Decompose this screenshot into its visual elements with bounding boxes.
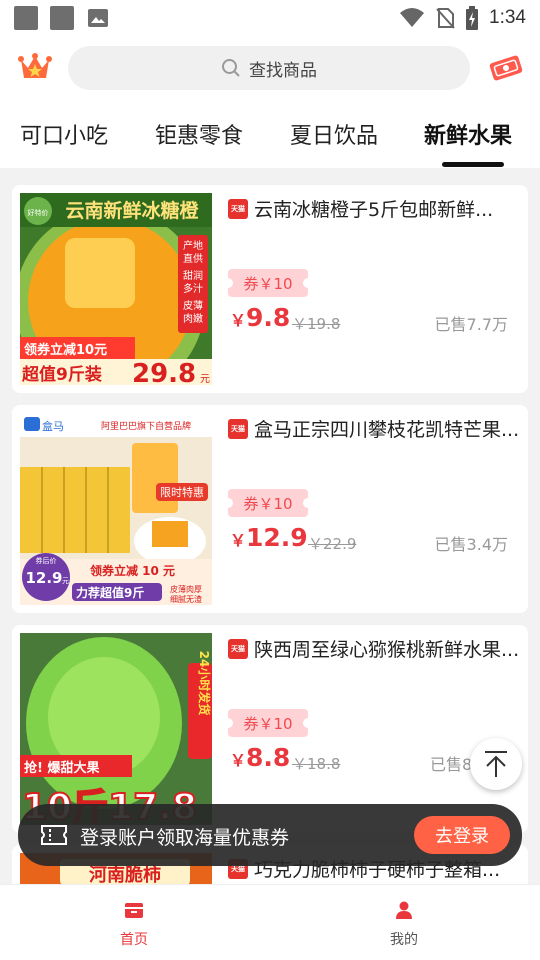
price-value: 8.8	[246, 743, 291, 772]
tab-snacks[interactable]: 可口小吃	[20, 118, 108, 150]
image-side-text: 肉嫩	[183, 312, 203, 325]
search-placeholder: 查找商品	[249, 60, 317, 81]
coupon-badge[interactable]: 券￥10	[223, 709, 313, 737]
clock: 1:34	[489, 7, 526, 28]
circle-label: 券后价	[36, 556, 57, 565]
notification-icon	[14, 6, 38, 30]
coupon-badge[interactable]: 券￥10	[223, 269, 313, 297]
tab-drinks[interactable]: 夏日饮品	[290, 118, 378, 150]
original-price: ￥19.8	[292, 315, 341, 333]
product-image[interactable]: 盒马 阿里巴巴旗下自营品牌 限时特惠 券后价 12.9 元 领券立减 10 元 …	[20, 413, 212, 605]
sold-count: 已售8	[430, 755, 472, 774]
search-icon	[222, 59, 240, 77]
image-price-unit: 元	[200, 374, 210, 385]
login-prompt-bar: 登录账户领取海量优惠券 去登录	[18, 804, 522, 866]
image-side-text: 甜润	[183, 269, 203, 282]
user-icon	[396, 901, 412, 919]
currency-symbol: ￥	[230, 751, 247, 770]
product-price: ￥8.8	[230, 743, 290, 772]
product-title: 云南冰糖橙子5斤包邮新鲜...	[254, 199, 494, 221]
image-side-text: 皮薄	[183, 299, 203, 312]
image-promo-line: 领券立减10元	[24, 342, 107, 358]
back-to-top-button[interactable]	[470, 738, 522, 790]
image-promo-line: 超值9斤装	[22, 364, 102, 385]
image-big-price: 29.8	[132, 359, 196, 385]
nav-mine-label: 我的	[390, 932, 418, 948]
product-title: 盒马正宗四川攀枝花凯特芒果...	[254, 419, 520, 441]
product-image[interactable]: 24小时发货 抢! 爆甜大果 10斤17.8	[20, 633, 212, 825]
login-button[interactable]: 去登录	[414, 816, 510, 854]
product-card[interactable]: 盒马 阿里巴巴旗下自营品牌 限时特惠 券后价 12.9 元 领券立减 10 元 …	[12, 405, 528, 613]
image-side-text: 多汁	[183, 282, 203, 295]
image-promo-line: 领券立减 10 元	[90, 563, 175, 578]
product-price: ￥9.8	[230, 303, 290, 332]
product-card[interactable]: 24小时发货 抢! 爆甜大果 10斤17.8 天猫 陕西周至绿心猕猴桃新鲜水果.…	[12, 625, 528, 833]
brand-label: 盒马	[42, 419, 64, 433]
image-note: 细腻无渣	[170, 594, 202, 604]
notification-icon	[50, 6, 74, 30]
image-stamp: 限时特惠	[160, 485, 204, 499]
image-side-text: 直供	[183, 252, 203, 265]
header: 查找商品	[0, 36, 540, 100]
tmall-badge: 天猫	[228, 419, 248, 439]
red-packet-icon[interactable]	[488, 54, 524, 82]
status-bar: 1:34	[0, 0, 540, 36]
image-promo-line: 力荐超值9斤	[76, 585, 144, 600]
coupon-badge[interactable]: 券￥10	[223, 489, 313, 517]
original-price: ￥22.9	[308, 535, 357, 553]
product-image[interactable]: 好特价 云南新鲜冰糖橙 产地 直供 甜润 多汁 皮薄 肉嫩 领券立减10元 超值…	[20, 193, 212, 385]
sold-count: 已售3.4万	[434, 535, 508, 554]
nav-home-label: 首页	[120, 932, 148, 948]
battery-icon	[466, 6, 479, 30]
login-prompt-text: 登录账户领取海量优惠券	[80, 827, 290, 849]
circle-unit: 元	[62, 577, 69, 585]
nav-mine[interactable]: 我的	[364, 901, 444, 949]
currency-symbol: ￥	[230, 311, 247, 330]
price-value: 9.8	[246, 303, 291, 332]
tab-fresh-fruit[interactable]: 新鲜水果	[424, 118, 512, 150]
crown-icon[interactable]	[18, 52, 52, 82]
image-side-text: 产地	[183, 239, 203, 252]
image-promo-line: 抢! 爆甜大果	[24, 760, 99, 776]
wifi-icon	[400, 8, 425, 27]
currency-symbol: ￥	[230, 531, 247, 550]
tmall-badge: 天猫	[228, 199, 248, 219]
bottom-nav: 首页 我的	[0, 884, 540, 960]
arrow-up-icon	[485, 751, 507, 777]
image-banner: 云南新鲜冰糖橙	[65, 199, 199, 222]
image-note: 皮薄肉厚	[170, 584, 202, 594]
active-tab-indicator	[442, 162, 504, 167]
product-title: 陕西周至绿心猕猴桃新鲜水果...	[254, 639, 520, 661]
image-banner: 河南脆柿	[89, 864, 161, 885]
tmall-badge: 天猫	[228, 639, 248, 659]
no-sim-icon	[436, 8, 455, 29]
image-icon	[88, 9, 108, 27]
product-price: ￥12.9	[230, 523, 308, 552]
home-store-icon	[125, 903, 143, 918]
price-value: 12.9	[246, 523, 308, 552]
original-price: ￥18.8	[292, 755, 341, 773]
sold-count: 已售7.7万	[434, 315, 508, 334]
image-side-text: 24小时发货	[197, 651, 212, 716]
category-tabs: 可口小吃 钜惠零食 夏日饮品 新鲜水果	[0, 100, 540, 168]
circle-price: 12.9	[25, 569, 62, 587]
brand-label: 好特价	[28, 208, 49, 217]
ticket-icon	[41, 825, 67, 845]
image-banner: 阿里巴巴旗下自营品牌	[101, 420, 191, 432]
tab-deals[interactable]: 钜惠零食	[155, 118, 243, 150]
product-card[interactable]: 好特价 云南新鲜冰糖橙 产地 直供 甜润 多汁 皮薄 肉嫩 领券立减10元 超值…	[12, 185, 528, 393]
search-bar[interactable]: 查找商品	[68, 46, 470, 90]
nav-home[interactable]: 首页	[94, 901, 174, 949]
